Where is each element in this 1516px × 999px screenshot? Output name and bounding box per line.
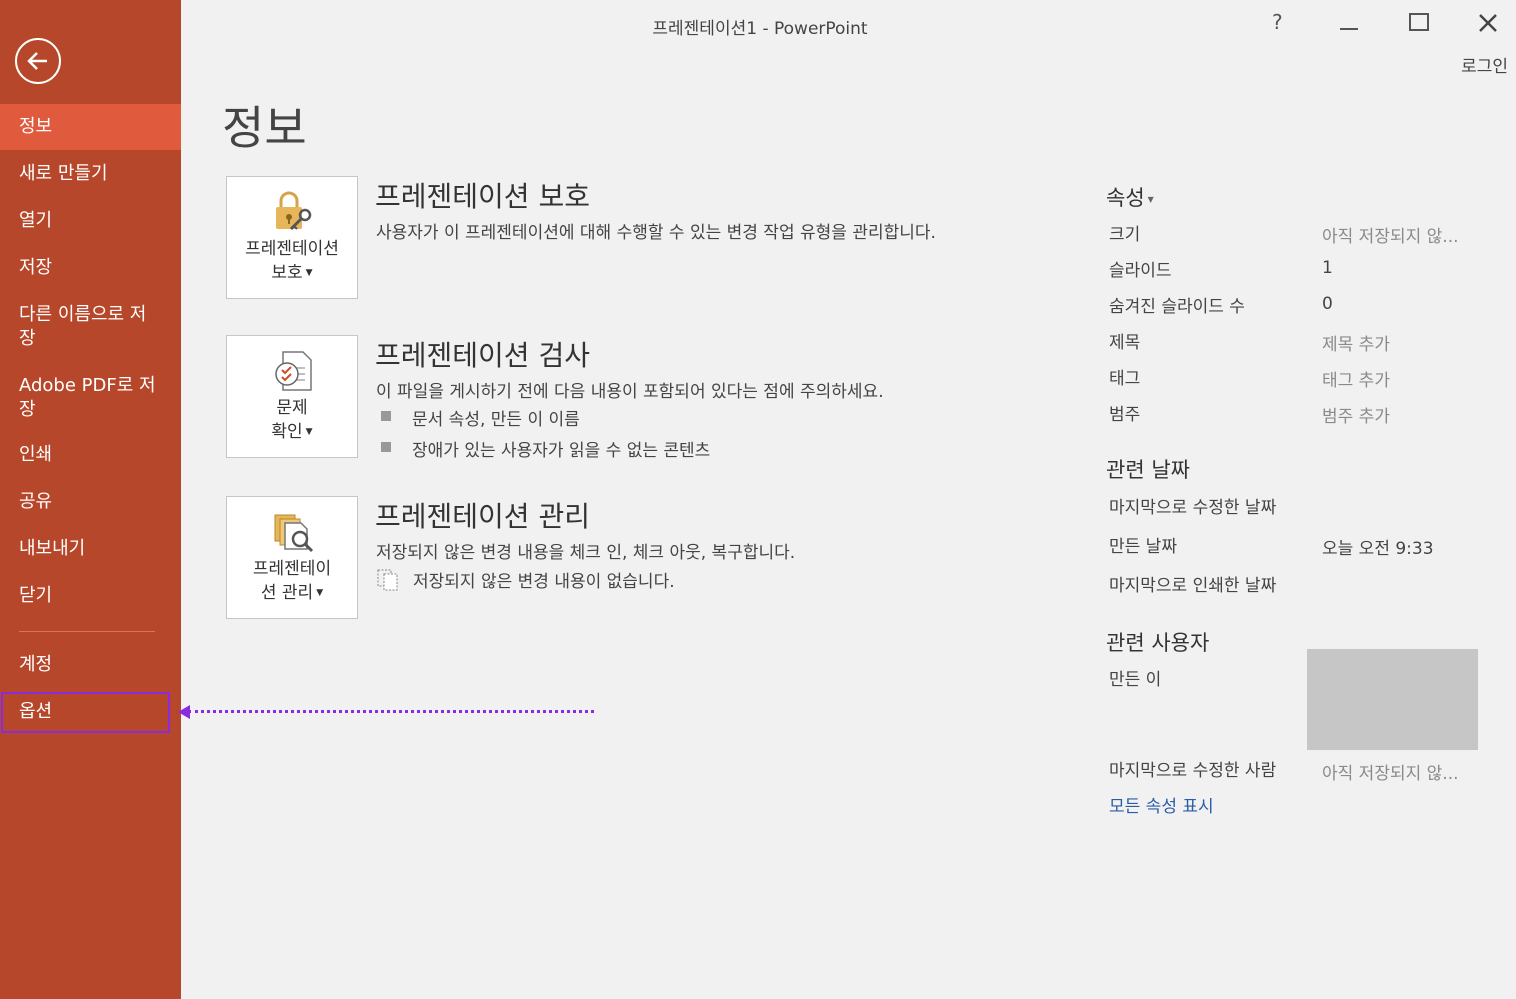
tile-label: 문제 확인 ▼ — [231, 396, 353, 444]
nav-item-label: 저장 — [19, 257, 53, 278]
properties-dropdown[interactable]: 속성 ▼ — [1106, 182, 1154, 212]
nav-item-label: 열기 — [19, 210, 53, 231]
help-button[interactable]: ? — [1272, 10, 1283, 34]
chevron-down-icon: ▼ — [305, 268, 313, 278]
prop-label-tags: 태그 — [1109, 369, 1141, 389]
close-icon — [1479, 14, 1497, 32]
bullet-icon — [381, 442, 391, 452]
related-people-heading: 관련 사용자 — [1106, 631, 1210, 655]
tile-label-line2: 션 관리 ▼ — [231, 581, 353, 605]
nav-item-label: Adobe PDF로 저 장 — [19, 375, 156, 420]
tile-label-line2-text: 션 관리 — [260, 583, 314, 603]
inspect-bullet-1: 문서 속성, 만든 이 이름 — [412, 410, 580, 430]
prop-label-created: 만든 날짜 — [1109, 537, 1177, 557]
tile-label-line2: 보호 ▼ — [231, 261, 353, 285]
nav-item-close[interactable]: 닫기 — [0, 584, 181, 608]
documents-icon — [377, 569, 398, 591]
nav-item-account[interactable]: 계정 — [0, 653, 181, 677]
check-issues-button[interactable]: 문제 확인 ▼ — [226, 335, 358, 458]
manage-heading: 프레젠테이션 관리 — [375, 500, 590, 533]
bullet-icon — [381, 411, 391, 421]
prop-label-title: 제목 — [1109, 333, 1141, 353]
tile-label-line2-text: 보호 — [271, 263, 303, 283]
tile-label: 프레젠테이 션 관리 ▼ — [231, 557, 353, 605]
login-link[interactable]: 로그인 — [1461, 52, 1508, 77]
chevron-down-icon: ▼ — [305, 427, 313, 437]
nav-item-label: 공유 — [19, 491, 53, 512]
properties-heading: 속성 — [1106, 186, 1145, 210]
close-button[interactable] — [1477, 12, 1499, 39]
nav-item-save-as-pdf[interactable]: Adobe PDF로 저 장 — [0, 374, 181, 422]
prop-label-author: 만든 이 — [1109, 670, 1162, 690]
lock-key-icon — [276, 191, 312, 231]
inspect-bullet-2: 장애가 있는 사용자가 읽을 수 없는 콘텐츠 — [412, 441, 711, 461]
tile-label-line2-text: 확인 — [271, 422, 303, 442]
nav-item-label: 정보 — [19, 116, 53, 137]
back-arrow-icon — [27, 52, 47, 70]
show-all-properties-link[interactable]: 모든 속성 표시 — [1109, 792, 1214, 817]
nav-item-label: 계정 — [19, 654, 53, 675]
nav-item-new[interactable]: 새로 만들기 — [0, 162, 181, 186]
nav-item-open[interactable]: 열기 — [0, 209, 181, 233]
backstage-sidebar: 정보 새로 만들기 열기 저장 다른 이름으로 저 장 Adobe PDF로 저… — [0, 0, 181, 999]
protect-description: 사용자가 이 프레젠테이션에 대해 수행할 수 있는 변경 작업 유형을 관리합… — [376, 223, 936, 243]
chevron-down-icon: ▼ — [316, 588, 324, 598]
author-avatar — [1307, 649, 1478, 750]
tile-label: 프레젠테이션 보호 ▼ — [231, 237, 353, 285]
nav-item-label: 내보내기 — [19, 538, 86, 559]
prop-label-last-modified: 마지막으로 수정한 날짜 — [1109, 498, 1277, 518]
nav-item-save[interactable]: 저장 — [0, 256, 181, 280]
manage-note: 저장되지 않은 변경 내용이 없습니다. — [413, 572, 675, 592]
prop-label-categories: 범주 — [1109, 405, 1141, 425]
manage-description: 저장되지 않은 변경 내용을 체크 인, 체크 아웃, 복구합니다. — [376, 543, 796, 563]
inspect-heading: 프레젠테이션 검사 — [375, 339, 590, 372]
options-highlight-box — [1, 692, 170, 733]
annotation-arrow-line — [188, 710, 594, 713]
prop-label-size: 크기 — [1109, 225, 1141, 245]
chevron-down-icon: ▼ — [1147, 194, 1154, 204]
inspect-document-icon — [275, 351, 312, 391]
tile-label-line1: 프레젠테이 — [252, 559, 332, 579]
prop-label-hidden-slides: 숨겨진 슬라이드 수 — [1109, 297, 1245, 317]
protect-presentation-button[interactable]: 프레젠테이션 보호 ▼ — [226, 176, 358, 299]
prop-value-slides: 1 — [1322, 258, 1333, 278]
back-button[interactable] — [15, 38, 61, 84]
tile-label-line2: 확인 ▼ — [231, 420, 353, 444]
nav-item-label: 새로 만들기 — [19, 163, 108, 184]
nav-item-save-as[interactable]: 다른 이름으로 저 장 — [0, 303, 181, 351]
prop-label-last-printed: 마지막으로 인쇄한 날짜 — [1109, 576, 1277, 596]
minimize-icon — [1340, 28, 1358, 30]
nav-item-label: 다른 이름으로 저 장 — [19, 304, 147, 349]
tile-label-line1: 프레젠테이션 — [245, 239, 339, 259]
nav-divider — [19, 631, 155, 632]
nav-item-share[interactable]: 공유 — [0, 490, 181, 514]
prop-value-created: 오늘 오전 9:33 — [1322, 539, 1434, 559]
window-title: 프레젠테이션1 - PowerPoint — [652, 19, 868, 39]
prop-label-slides: 슬라이드 — [1109, 261, 1172, 281]
nav-item-label: 인쇄 — [19, 444, 53, 465]
manage-presentation-button[interactable]: 프레젠테이 션 관리 ▼ — [226, 496, 358, 619]
prop-value-title-input[interactable]: 제목 추가 — [1322, 330, 1390, 355]
nav-item-label: 닫기 — [19, 585, 53, 606]
prop-value-size: 아직 저장되지 않... — [1322, 227, 1459, 247]
maximize-icon — [1409, 13, 1429, 31]
related-dates-heading: 관련 날짜 — [1106, 458, 1190, 482]
annotation-arrow-head — [178, 705, 190, 719]
tile-label-line1: 문제 — [276, 398, 308, 418]
protect-heading: 프레젠테이션 보호 — [375, 180, 590, 213]
inspect-description: 이 파일을 게시하기 전에 다음 내용이 포함되어 있다는 점에 주의하세요. — [376, 382, 884, 402]
nav-item-export[interactable]: 내보내기 — [0, 537, 181, 561]
prop-value-hidden-slides: 0 — [1322, 294, 1333, 314]
prop-value-tags-input[interactable]: 태그 추가 — [1322, 366, 1390, 391]
manage-versions-icon — [274, 514, 314, 553]
maximize-button[interactable] — [1408, 12, 1430, 39]
nav-item-info[interactable]: 정보 — [0, 104, 181, 150]
prop-value-categories-input[interactable]: 범주 추가 — [1322, 402, 1390, 427]
minimize-button[interactable] — [1338, 12, 1360, 39]
page-title: 정보 — [222, 101, 307, 155]
prop-value-last-modified-by: 아직 저장되지 않... — [1322, 764, 1459, 784]
prop-label-last-modified-by: 마지막으로 수정한 사람 — [1109, 761, 1277, 781]
nav-item-print[interactable]: 인쇄 — [0, 443, 181, 467]
